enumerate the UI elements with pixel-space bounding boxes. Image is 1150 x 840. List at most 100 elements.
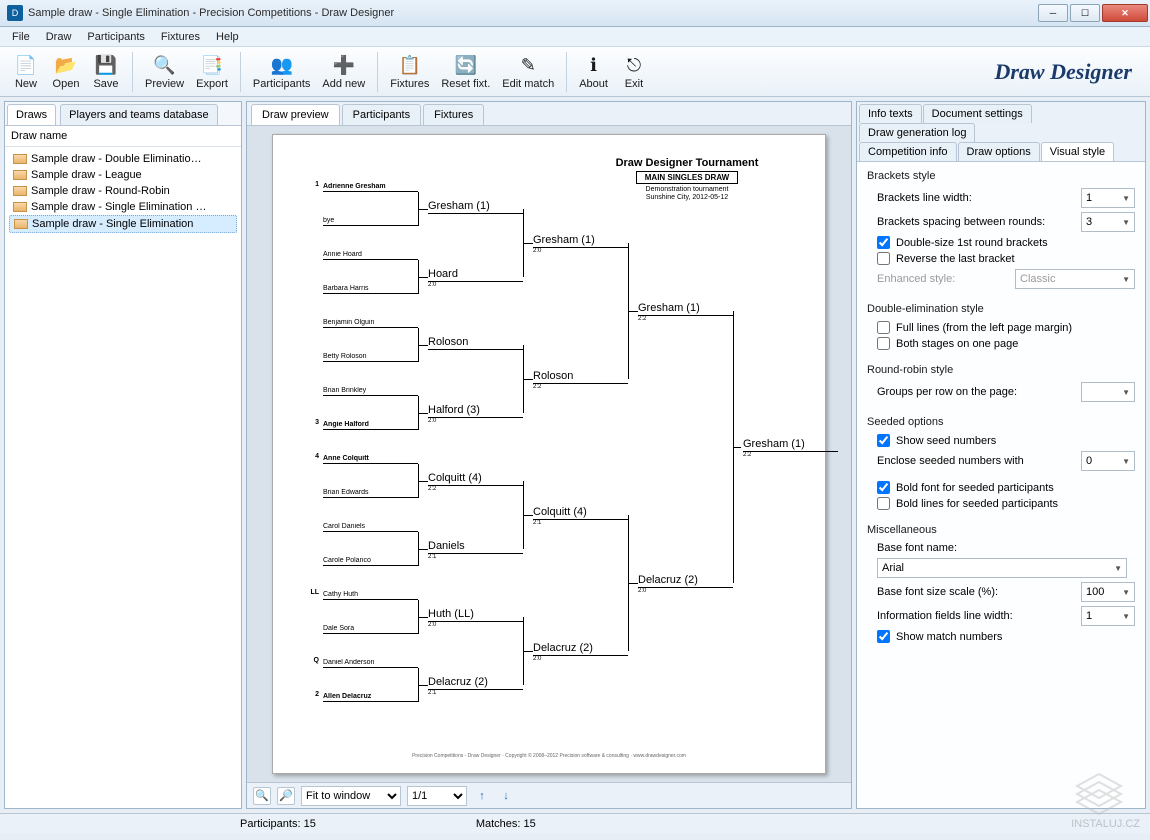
toolbar-participants[interactable]: 👥Participants [247, 52, 316, 92]
line-width-select[interactable]: 1▼ [1081, 188, 1135, 208]
zoom-select[interactable]: Fit to window [301, 786, 401, 806]
draw-icon [13, 154, 27, 164]
spacing-select[interactable]: 3▼ [1081, 212, 1135, 232]
draw-item[interactable]: Sample draw - Single Elimination … [9, 199, 237, 215]
draw-list[interactable]: Sample draw - Double Eliminatio…Sample d… [5, 147, 241, 237]
draw-item[interactable]: Sample draw - Single Elimination [9, 215, 237, 233]
tab-fixtures[interactable]: Fixtures [423, 104, 484, 125]
export-icon: 📑 [200, 54, 224, 78]
toolbar-exit[interactable]: ⎋Exit [614, 52, 654, 92]
bold-lines-seed-checkbox[interactable] [877, 497, 890, 510]
toolbar: 📄New📂Open💾Save 🔍Preview📑Export 👥Participan… [0, 47, 1150, 97]
info-line-width-select[interactable]: 1▼ [1081, 606, 1135, 626]
zoom-out-button[interactable]: 🔍 [253, 787, 271, 805]
tab-draws[interactable]: Draws [7, 104, 56, 125]
zoom-in-button[interactable]: 🔎 [277, 787, 295, 805]
maximize-button[interactable]: ☐ [1070, 4, 1100, 22]
status-matches: Matches: 15 [476, 818, 536, 830]
menu-file[interactable]: File [4, 29, 38, 45]
toolbar-add-new[interactable]: ➕Add new [316, 52, 371, 92]
tab-draw-preview[interactable]: Draw preview [251, 104, 340, 125]
page-footer: Precision Competitions - Draw Designer ·… [273, 753, 825, 759]
open-icon: 📂 [54, 54, 78, 78]
page-up-button[interactable]: ↑ [473, 787, 491, 805]
about-icon: ℹ [582, 54, 606, 78]
show-seed-checkbox[interactable] [877, 434, 890, 447]
zoom-bar: 🔍 🔎 Fit to window 1/1 ↑ ↓ [247, 782, 851, 808]
draw-item[interactable]: Sample draw - Round-Robin [9, 183, 237, 199]
page-title: Draw Designer Tournament [577, 157, 797, 169]
menubar: File Draw Participants Fixtures Help [0, 27, 1150, 47]
show-match-numbers-checkbox[interactable] [877, 630, 890, 643]
menu-draw[interactable]: Draw [38, 29, 80, 45]
preview-viewport[interactable]: Draw Designer Tournament MAIN SINGLES DR… [247, 126, 851, 782]
page-down-button[interactable]: ↓ [497, 787, 515, 805]
left-panel: Draws Players and teams database Draw na… [4, 101, 242, 809]
both-stages-checkbox[interactable] [877, 337, 890, 350]
toolbar-reset-fixt-[interactable]: 🔄Reset fixt. [435, 52, 496, 92]
tab-gen-log[interactable]: Draw generation log [859, 123, 975, 142]
font-scale-select[interactable]: 100▼ [1081, 582, 1135, 602]
double-size-checkbox[interactable] [877, 236, 890, 249]
toolbar-export[interactable]: 📑Export [190, 52, 234, 92]
tab-participants[interactable]: Participants [342, 104, 421, 125]
page-select[interactable]: 1/1 [407, 786, 467, 806]
participants-icon: 👥 [270, 54, 294, 78]
brand-logo: Draw Designer [994, 59, 1144, 85]
draw-icon [14, 219, 28, 229]
enhanced-style-select: Classic▼ [1015, 269, 1135, 289]
status-bar: Participants: 15 Matches: 15 [0, 813, 1150, 833]
add new-icon: ➕ [332, 54, 356, 78]
reset fixt.-icon: 🔄 [454, 54, 478, 78]
base-font-select[interactable]: Arial▼ [877, 558, 1127, 578]
draw-icon [13, 202, 27, 212]
enclose-seed-select[interactable]: 0▼ [1081, 451, 1135, 471]
save-icon: 💾 [94, 54, 118, 78]
draw-icon [13, 186, 27, 196]
window-title: Sample draw - Single Elimination - Preci… [28, 7, 1036, 19]
draw-item[interactable]: Sample draw - Double Eliminatio… [9, 151, 237, 167]
minimize-button[interactable]: ─ [1038, 4, 1068, 22]
watermark: INSTALUJ.CZ [1071, 772, 1140, 830]
toolbar-fixtures[interactable]: 📋Fixtures [384, 52, 435, 92]
exit-icon: ⎋ [622, 54, 646, 78]
draw-item[interactable]: Sample draw - League [9, 167, 237, 183]
right-panel: Info texts Document settings Draw genera… [856, 101, 1146, 809]
tab-visual-style[interactable]: Visual style [1041, 142, 1114, 161]
toolbar-save[interactable]: 💾Save [86, 52, 126, 92]
toolbar-edit-match[interactable]: ✎Edit match [496, 52, 560, 92]
group-round-robin: Round-robin style [867, 364, 1135, 376]
toolbar-new[interactable]: 📄New [6, 52, 46, 92]
app-icon: D [7, 5, 23, 21]
tab-doc-settings[interactable]: Document settings [923, 104, 1032, 123]
group-double-elim: Double-elimination style [867, 303, 1135, 315]
toolbar-open[interactable]: 📂Open [46, 52, 86, 92]
status-participants: Participants: 15 [240, 818, 316, 830]
menu-participants[interactable]: Participants [79, 29, 152, 45]
preview-icon: 🔍 [153, 54, 177, 78]
menu-fixtures[interactable]: Fixtures [153, 29, 208, 45]
group-seeded: Seeded options [867, 416, 1135, 428]
edit match-icon: ✎ [516, 54, 540, 78]
new-icon: 📄 [14, 54, 38, 78]
full-lines-checkbox[interactable] [877, 321, 890, 334]
tab-info-texts[interactable]: Info texts [859, 104, 922, 123]
tab-draw-options[interactable]: Draw options [958, 142, 1040, 161]
tab-comp-info[interactable]: Competition info [859, 142, 957, 161]
toolbar-preview[interactable]: 🔍Preview [139, 52, 190, 92]
fixtures-icon: 📋 [398, 54, 422, 78]
titlebar: D Sample draw - Single Elimination - Pre… [0, 0, 1150, 27]
center-panel: Draw preview Participants Fixtures Draw … [246, 101, 852, 809]
close-button[interactable]: ✕ [1102, 4, 1148, 22]
menu-help[interactable]: Help [208, 29, 247, 45]
group-misc: Miscellaneous [867, 524, 1135, 536]
bold-font-seed-checkbox[interactable] [877, 481, 890, 494]
draw-list-header: Draw name [5, 126, 241, 147]
toolbar-about[interactable]: ℹAbout [573, 52, 614, 92]
draw-icon [13, 170, 27, 180]
groups-per-row-select[interactable]: ▼ [1081, 382, 1135, 402]
group-brackets-style: Brackets style [867, 170, 1135, 182]
reverse-last-checkbox[interactable] [877, 252, 890, 265]
tab-players-db[interactable]: Players and teams database [60, 104, 217, 125]
preview-page: Draw Designer Tournament MAIN SINGLES DR… [272, 134, 826, 774]
